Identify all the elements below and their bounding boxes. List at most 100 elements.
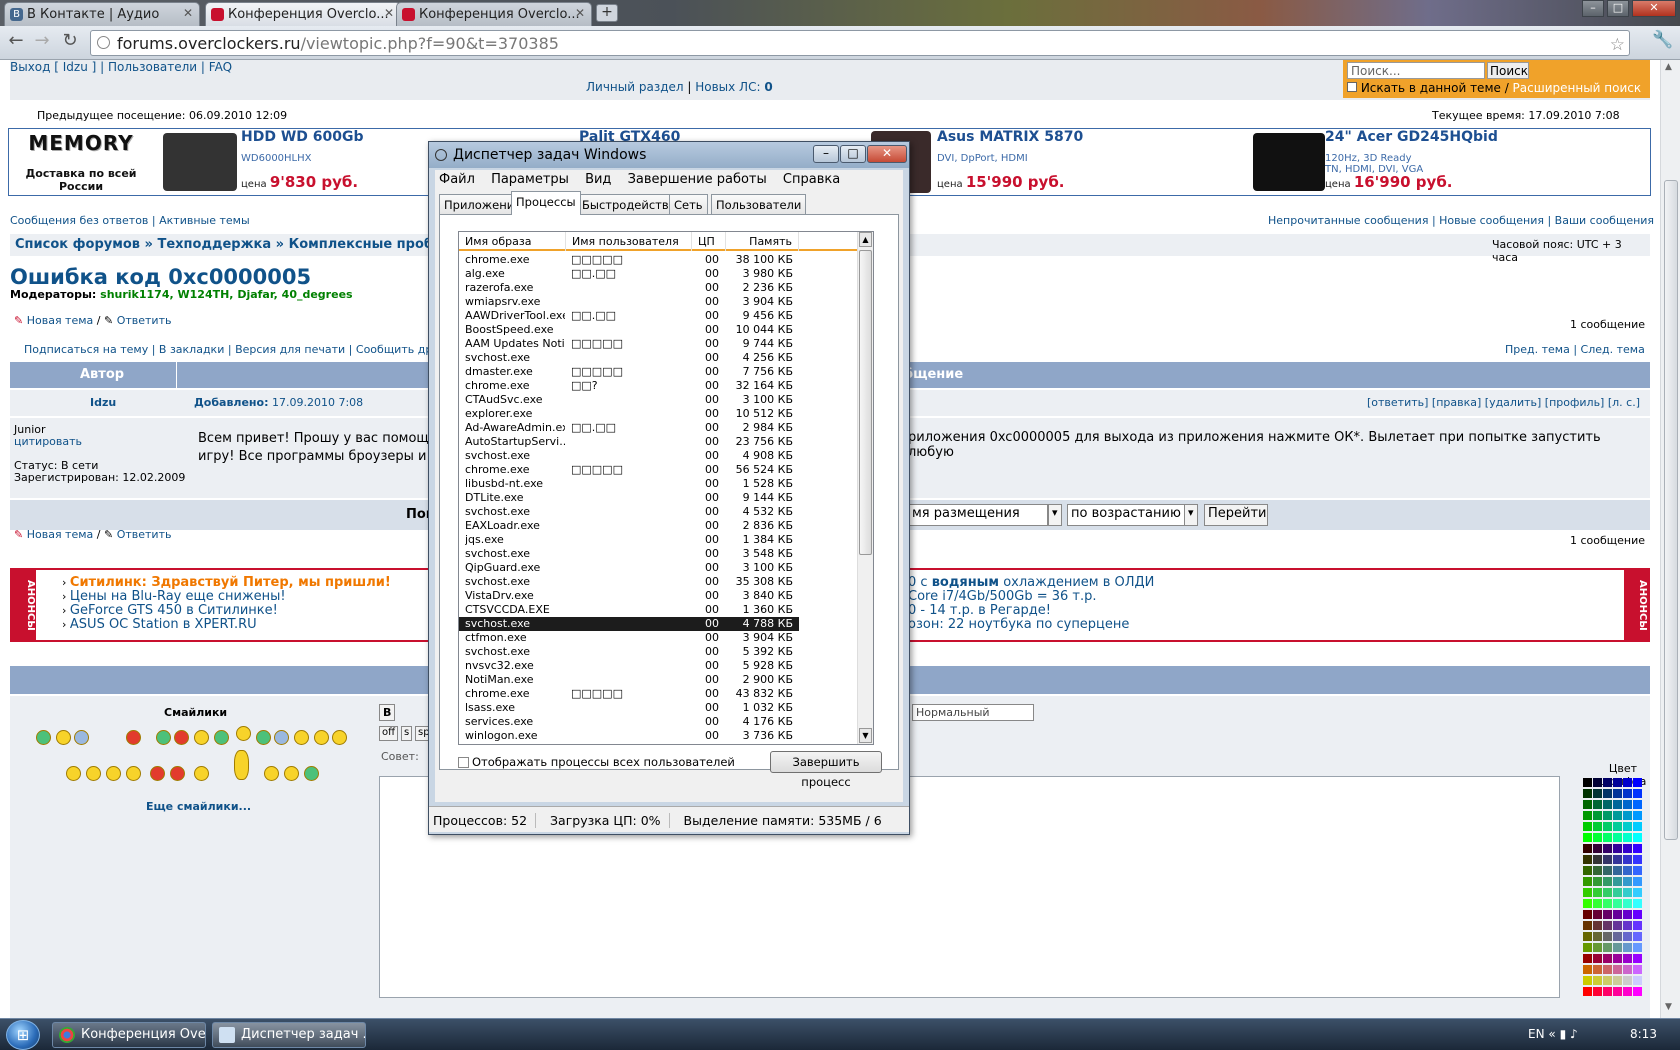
color-swatch[interactable] xyxy=(1613,855,1622,864)
task-manager-titlebar[interactable]: Диспетчер задач Windows – □ ✕ xyxy=(429,142,909,168)
color-swatch[interactable] xyxy=(1603,987,1612,996)
process-row[interactable]: NotiMan.exe 00 2 900 КБ xyxy=(459,673,799,687)
print-link[interactable]: Версия для печати xyxy=(235,343,345,356)
color-swatch[interactable] xyxy=(1623,778,1632,787)
color-swatch[interactable] xyxy=(1593,976,1602,985)
color-swatch[interactable] xyxy=(1593,789,1602,798)
new-tab-button[interactable]: + xyxy=(596,4,618,22)
ad-link-bluray[interactable]: Цены на Blu-Ray еще снижены! xyxy=(70,589,286,604)
process-row[interactable]: svchost.exe 00 3 548 КБ xyxy=(459,547,799,561)
menu-options[interactable]: Параметры xyxy=(491,172,569,187)
bookmark-star-icon[interactable]: ☆ xyxy=(1610,35,1625,55)
color-swatch[interactable] xyxy=(1583,800,1592,809)
scroll-up-arrow-icon[interactable]: ▲ xyxy=(859,232,872,247)
color-swatch[interactable] xyxy=(1633,899,1642,908)
smiley-icon[interactable] xyxy=(56,730,71,745)
color-swatch[interactable] xyxy=(1623,965,1632,974)
process-row[interactable]: AutoStartupServi... 00 23 756 КБ xyxy=(459,435,799,449)
menu-view[interactable]: Вид xyxy=(585,172,611,187)
process-row[interactable]: libusbd-nt.exe 00 1 528 КБ xyxy=(459,477,799,491)
sort-by-chevron-down-icon[interactable]: ▾ xyxy=(1048,504,1062,526)
advanced-search-link[interactable]: Расширенный поиск xyxy=(1513,81,1642,95)
color-swatch[interactable] xyxy=(1633,789,1642,798)
color-swatch[interactable] xyxy=(1603,965,1612,974)
color-swatch[interactable] xyxy=(1583,910,1592,919)
color-swatch[interactable] xyxy=(1623,943,1632,952)
color-swatch[interactable] xyxy=(1603,954,1612,963)
smiley-icon[interactable] xyxy=(156,730,171,745)
color-swatch[interactable] xyxy=(1633,800,1642,809)
next-topic-link[interactable]: След. тема xyxy=(1581,343,1645,356)
process-row[interactable]: nvsvc32.exe 00 5 928 КБ xyxy=(459,659,799,673)
smiley-icon[interactable] xyxy=(174,730,189,745)
smiley-icon[interactable] xyxy=(150,766,165,781)
color-swatch[interactable] xyxy=(1623,899,1632,908)
new-posts-link[interactable]: Новые сообщения xyxy=(1439,214,1544,227)
tm-minimize-button[interactable]: – xyxy=(813,145,839,163)
color-swatch[interactable] xyxy=(1603,866,1612,875)
color-swatch[interactable] xyxy=(1633,855,1642,864)
color-swatch[interactable] xyxy=(1603,811,1612,820)
color-swatch[interactable] xyxy=(1593,943,1602,952)
clock[interactable]: 8:13 xyxy=(1630,1027,1657,1041)
active-topics-link[interactable]: Активные темы xyxy=(159,214,250,227)
color-swatch[interactable] xyxy=(1593,899,1602,908)
color-swatch[interactable] xyxy=(1603,888,1612,897)
color-swatch[interactable] xyxy=(1623,844,1632,853)
start-button[interactable]: ⊞ xyxy=(6,1020,40,1050)
process-row[interactable]: svchost.exe 00 4 532 КБ xyxy=(459,505,799,519)
smiley-icon[interactable] xyxy=(256,730,271,745)
color-swatch[interactable] xyxy=(1623,921,1632,930)
color-swatch[interactable] xyxy=(1583,844,1592,853)
process-row[interactable]: svchost.exe 00 4 908 КБ xyxy=(459,449,799,463)
smiley-icon[interactable] xyxy=(236,726,251,741)
smiley-icon[interactable] xyxy=(274,730,289,745)
color-swatch[interactable] xyxy=(1613,877,1622,886)
post-author[interactable]: Idzu xyxy=(90,396,116,409)
color-swatch[interactable] xyxy=(1613,899,1622,908)
maximize-window-button[interactable]: □ xyxy=(1607,0,1629,17)
color-swatch[interactable] xyxy=(1613,811,1622,820)
color-swatch[interactable] xyxy=(1623,877,1632,886)
color-swatch[interactable] xyxy=(1613,932,1622,941)
smiley-icon[interactable] xyxy=(332,730,347,745)
go-button[interactable]: Перейти xyxy=(1204,504,1268,526)
color-swatch[interactable] xyxy=(1593,921,1602,930)
color-swatch[interactable] xyxy=(1633,965,1642,974)
close-window-button[interactable]: ✕ xyxy=(1632,0,1676,17)
color-swatch[interactable] xyxy=(1633,954,1642,963)
process-row[interactable]: chrome.exe □□□□□ 00 56 524 КБ xyxy=(459,463,799,477)
color-swatch[interactable] xyxy=(1633,866,1642,875)
ad-link-citilink[interactable]: Ситилинк: Здравствуй Питер, мы пришли! xyxy=(70,575,391,590)
process-row[interactable]: svchost.exe 00 4 256 КБ xyxy=(459,351,799,365)
smiley-icon[interactable] xyxy=(194,766,209,781)
color-palette[interactable] xyxy=(1583,778,1643,1008)
fmt-s-button[interactable]: s xyxy=(401,726,413,741)
show-all-processes[interactable]: Отображать процессы всех пользователей xyxy=(458,755,735,769)
tab-processes[interactable]: Процессы xyxy=(511,191,581,215)
page-scrollbar-thumb[interactable] xyxy=(1664,180,1678,840)
color-swatch[interactable] xyxy=(1583,789,1592,798)
process-row[interactable]: chrome.exe □□□□□ 00 38 100 КБ xyxy=(459,253,799,267)
color-swatch[interactable] xyxy=(1623,800,1632,809)
color-swatch[interactable] xyxy=(1593,987,1602,996)
color-swatch[interactable] xyxy=(1603,976,1612,985)
wrench-menu-icon[interactable]: 🔧 xyxy=(1652,30,1673,50)
color-swatch[interactable] xyxy=(1583,965,1592,974)
task-manager-window[interactable]: Диспетчер задач Windows – □ ✕ Файл Парам… xyxy=(428,141,910,835)
color-swatch[interactable] xyxy=(1603,877,1612,886)
color-swatch[interactable] xyxy=(1613,943,1622,952)
search-button[interactable]: Поиск xyxy=(1487,62,1529,79)
col-image-name[interactable]: Имя образа xyxy=(459,232,566,251)
color-swatch[interactable] xyxy=(1623,866,1632,875)
fmt-off-button[interactable]: off xyxy=(379,726,399,741)
topic-title[interactable]: Ошибка код 0xc0000005 xyxy=(10,265,311,289)
subscribe-link[interactable]: Подписаться на тему xyxy=(24,343,148,356)
smiley-icon[interactable] xyxy=(284,766,299,781)
color-swatch[interactable] xyxy=(1583,822,1592,831)
color-swatch[interactable] xyxy=(1613,844,1622,853)
color-swatch[interactable] xyxy=(1593,877,1602,886)
more-smileys-link[interactable]: Еще смайлики... xyxy=(146,800,251,813)
reply-link[interactable]: Ответить xyxy=(117,314,172,327)
color-swatch[interactable] xyxy=(1593,888,1602,897)
